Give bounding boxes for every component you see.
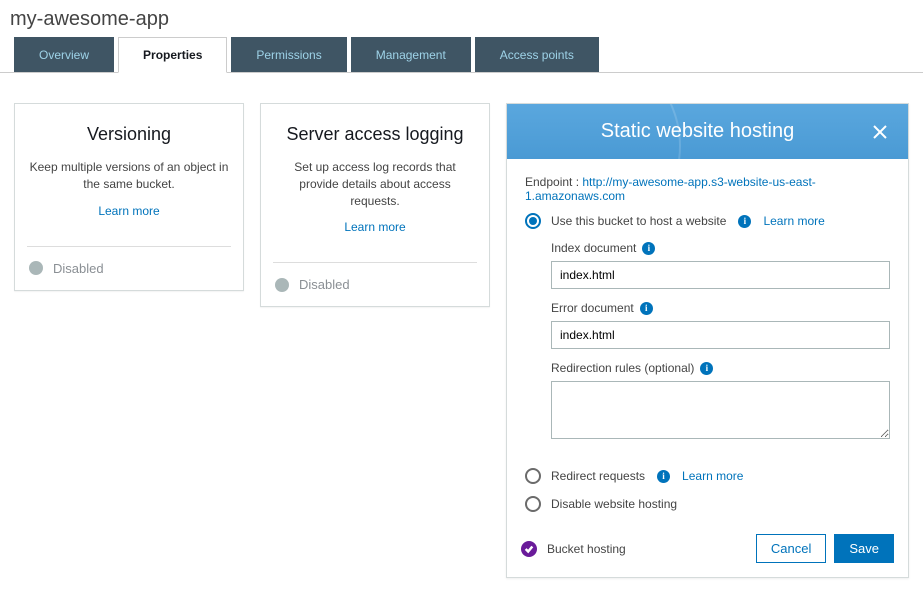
tab-access-points[interactable]: Access points — [475, 37, 599, 72]
option-host-label: Use this bucket to host a website — [551, 214, 726, 228]
option-redirect-label: Redirect requests — [551, 469, 645, 483]
close-icon[interactable] — [870, 122, 890, 142]
swh-body: Endpoint : http://my-awesome-app.s3-webs… — [507, 159, 908, 526]
swh-footer: Bucket hosting Cancel Save — [507, 526, 908, 577]
redirect-learn-link[interactable]: Learn more — [682, 469, 743, 483]
logging-card[interactable]: Server access logging Set up access log … — [260, 103, 490, 307]
tab-overview[interactable]: Overview — [14, 37, 114, 72]
error-document-label: Error document i — [551, 301, 890, 315]
swh-header: Static website hosting — [507, 104, 908, 159]
content-area: Versioning Keep multiple versions of an … — [0, 73, 923, 590]
logging-status: Disabled — [273, 277, 477, 292]
endpoint-label: Endpoint : — [525, 175, 582, 189]
tab-permissions[interactable]: Permissions — [231, 37, 346, 72]
versioning-status-text: Disabled — [53, 261, 104, 276]
redirection-rules-textarea[interactable] — [551, 381, 890, 439]
footer-status-text: Bucket hosting — [547, 542, 626, 556]
versioning-card[interactable]: Versioning Keep multiple versions of an … — [14, 103, 244, 291]
versioning-desc: Keep multiple versions of an object in t… — [27, 159, 231, 193]
versioning-status: Disabled — [27, 261, 231, 276]
index-document-input[interactable] — [551, 261, 890, 289]
cancel-button[interactable]: Cancel — [756, 534, 826, 563]
logging-learn-link[interactable]: Learn more — [344, 220, 405, 234]
logging-desc: Set up access log records that provide d… — [273, 159, 477, 209]
page-title: my-awesome-app — [0, 0, 923, 37]
logging-status-text: Disabled — [299, 277, 350, 292]
tab-bar: Overview Properties Permissions Manageme… — [0, 37, 923, 73]
info-icon[interactable]: i — [700, 362, 713, 375]
tab-management[interactable]: Management — [351, 37, 471, 72]
option-disable-label: Disable website hosting — [551, 497, 677, 511]
radio-empty-icon[interactable] — [525, 468, 541, 484]
versioning-title: Versioning — [27, 124, 231, 145]
info-icon[interactable]: i — [738, 215, 751, 228]
logging-title: Server access logging — [273, 124, 477, 145]
static-website-hosting-panel: Static website hosting Endpoint : http:/… — [506, 103, 909, 578]
endpoint-row: Endpoint : http://my-awesome-app.s3-webs… — [525, 175, 890, 203]
info-icon[interactable]: i — [640, 302, 653, 315]
divider — [27, 246, 231, 247]
index-document-label: Index document i — [551, 241, 890, 255]
option-host-website[interactable]: Use this bucket to host a website i Lear… — [525, 213, 890, 229]
disabled-dot-icon — [275, 278, 289, 292]
host-learn-link[interactable]: Learn more — [763, 214, 824, 228]
versioning-learn-link[interactable]: Learn more — [98, 204, 159, 218]
info-icon[interactable]: i — [642, 242, 655, 255]
save-button[interactable]: Save — [834, 534, 894, 563]
disabled-dot-icon — [29, 261, 43, 275]
swh-title: Static website hosting — [601, 120, 794, 143]
option-disable-hosting[interactable]: Disable website hosting — [525, 496, 890, 512]
redirection-rules-label: Redirection rules (optional) i — [551, 361, 890, 375]
radio-selected-icon[interactable] — [525, 213, 541, 229]
option-redirect-requests[interactable]: Redirect requests i Learn more — [525, 468, 890, 484]
radio-empty-icon[interactable] — [525, 496, 541, 512]
info-icon[interactable]: i — [657, 470, 670, 483]
tab-properties[interactable]: Properties — [118, 37, 227, 73]
check-circle-icon — [521, 541, 537, 557]
divider — [273, 262, 477, 263]
error-document-input[interactable] — [551, 321, 890, 349]
